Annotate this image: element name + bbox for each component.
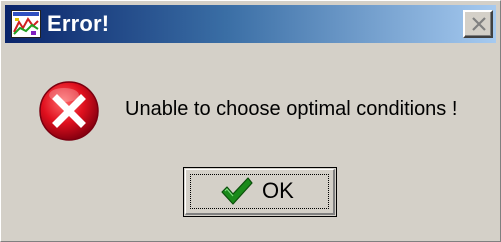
ok-button[interactable]: OK (183, 167, 337, 217)
ok-button-label: OK (262, 178, 294, 203)
error-message: Unable to choose optimal conditions ! (125, 98, 458, 120)
error-icon (38, 80, 100, 142)
window-title: Error! (47, 11, 110, 36)
checkmark-icon (220, 176, 254, 206)
error-dialog: Error! Unable to choose optimal conditio… (0, 0, 501, 242)
app-icon (11, 10, 41, 38)
close-button[interactable] (463, 10, 493, 38)
focus-rectangle (190, 174, 329, 209)
close-icon (472, 17, 486, 31)
title-bar[interactable]: Error! (5, 5, 496, 43)
